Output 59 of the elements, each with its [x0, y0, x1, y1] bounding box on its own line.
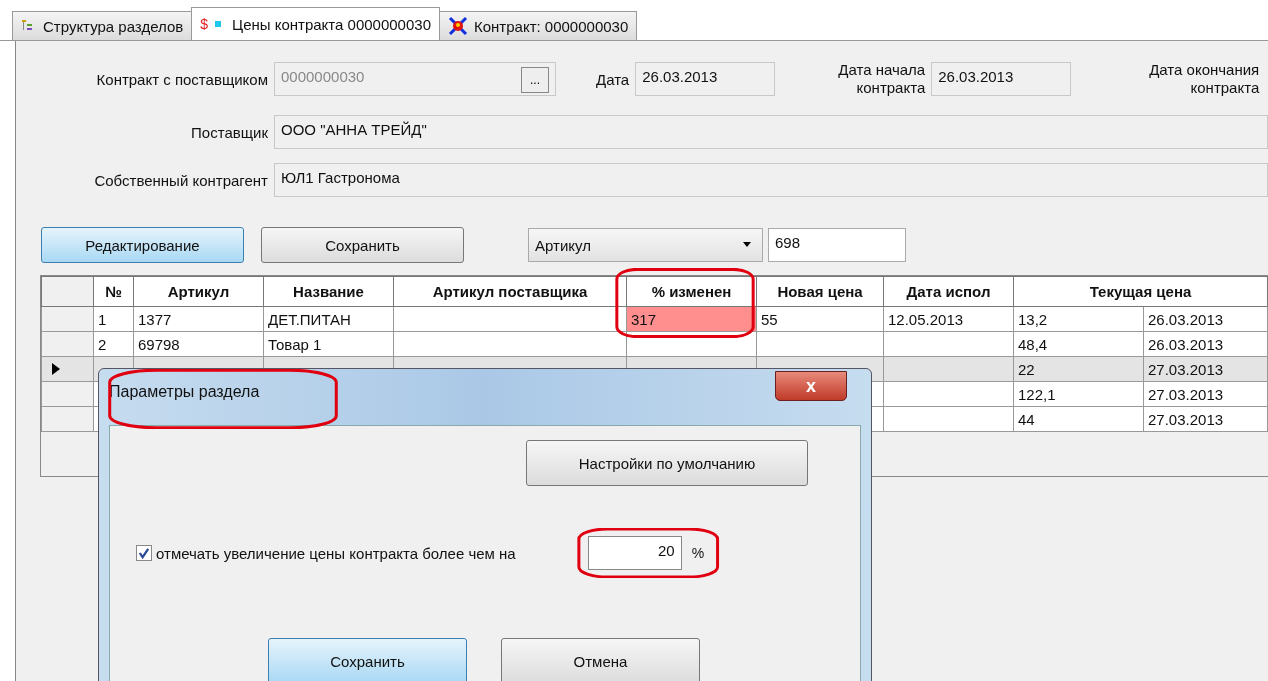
- table-cell: 122,1: [1013, 381, 1144, 407]
- field-label: Дата: [596, 70, 630, 88]
- tab[interactable]: Контракт: 0000000030: [439, 11, 638, 40]
- column-header[interactable]: №: [93, 276, 134, 307]
- save-button[interactable]: Сохранить: [261, 227, 464, 263]
- table-cell: 1: [93, 306, 134, 332]
- contract-field[interactable]: 0000000030 ...: [274, 62, 556, 96]
- table-cell: 27.03.2013: [1143, 356, 1268, 382]
- table-cell: 1377: [133, 306, 264, 332]
- save-button[interactable]: Сохранить: [268, 638, 467, 681]
- star-icon: [448, 16, 468, 36]
- dollar-icon: $: [200, 16, 209, 32]
- column-header[interactable]: Артикул поставщика: [393, 276, 627, 307]
- table-cell: 13,2: [1013, 306, 1144, 332]
- field-label: Поставщик: [190, 123, 269, 141]
- column-header[interactable]: Дата испол: [883, 276, 1014, 307]
- column-header[interactable]: Текущая цена: [1013, 276, 1268, 307]
- date-field[interactable]: 26.03.2013: [635, 62, 776, 96]
- table-cell: 26.03.2013: [1143, 306, 1268, 332]
- supplier-field[interactable]: ООО "АННА ТРЕЙД": [274, 115, 1268, 149]
- field-dropdown[interactable]: Артикул: [528, 228, 763, 262]
- column-header[interactable]: Новая цена: [756, 276, 884, 307]
- table-cell: 22: [1013, 356, 1144, 382]
- column-header[interactable]: % изменен: [626, 276, 757, 307]
- field-label: Дата окончания контракта: [1148, 61, 1260, 97]
- checkbox-label: отмечать увеличение цены контракта более чем на: [156, 544, 516, 562]
- table-cell: 26.03.2013: [1143, 331, 1268, 357]
- field-label: Собственный контрагент: [93, 171, 269, 189]
- table-cell: 12.05.2013: [883, 306, 1014, 332]
- checkbox[interactable]: [136, 545, 152, 561]
- table-cell: 44: [1013, 406, 1144, 432]
- current-row-icon: [52, 363, 60, 375]
- field-label: Контракт с поставщиком: [95, 70, 269, 88]
- tab[interactable]: Структура разделов: [12, 11, 193, 40]
- column-header[interactable]: Название: [263, 276, 394, 307]
- browse-button[interactable]: ...: [521, 67, 549, 93]
- date-field[interactable]: 26.03.2013: [931, 62, 1072, 96]
- table-cell: ДЕТ.ПИТАН: [263, 306, 394, 332]
- row-indicator[interactable]: [41, 356, 94, 382]
- search-field[interactable]: 698: [768, 228, 906, 262]
- table-cell: 69798: [133, 331, 264, 357]
- caret-icon: [742, 242, 752, 248]
- column-header[interactable]: Артикул: [133, 276, 264, 307]
- table-cell: 2: [93, 331, 134, 357]
- edit-button[interactable]: Редактирование: [41, 227, 244, 263]
- field-label: Дата начала контракта: [837, 61, 926, 97]
- table-cell: 48,4: [1013, 331, 1144, 357]
- percent-field[interactable]: 20: [587, 536, 682, 570]
- close-button[interactable]: x: [775, 371, 847, 401]
- table-cell: Товар 1: [263, 331, 394, 357]
- square-icon: [214, 20, 223, 28]
- cancel-button[interactable]: Отмена: [501, 638, 700, 681]
- counterparty-field[interactable]: ЮЛ1 Гастронома: [274, 163, 1268, 197]
- defaults-button[interactable]: Настройки по умолчанию: [526, 440, 808, 486]
- dialog-title: Параметры раздела: [109, 383, 260, 401]
- table-cell: 27.03.2013: [1143, 406, 1268, 432]
- table-cell: 55: [756, 306, 884, 332]
- table-cell: 27.03.2013: [1143, 381, 1268, 407]
- percent-unit: %: [691, 545, 705, 561]
